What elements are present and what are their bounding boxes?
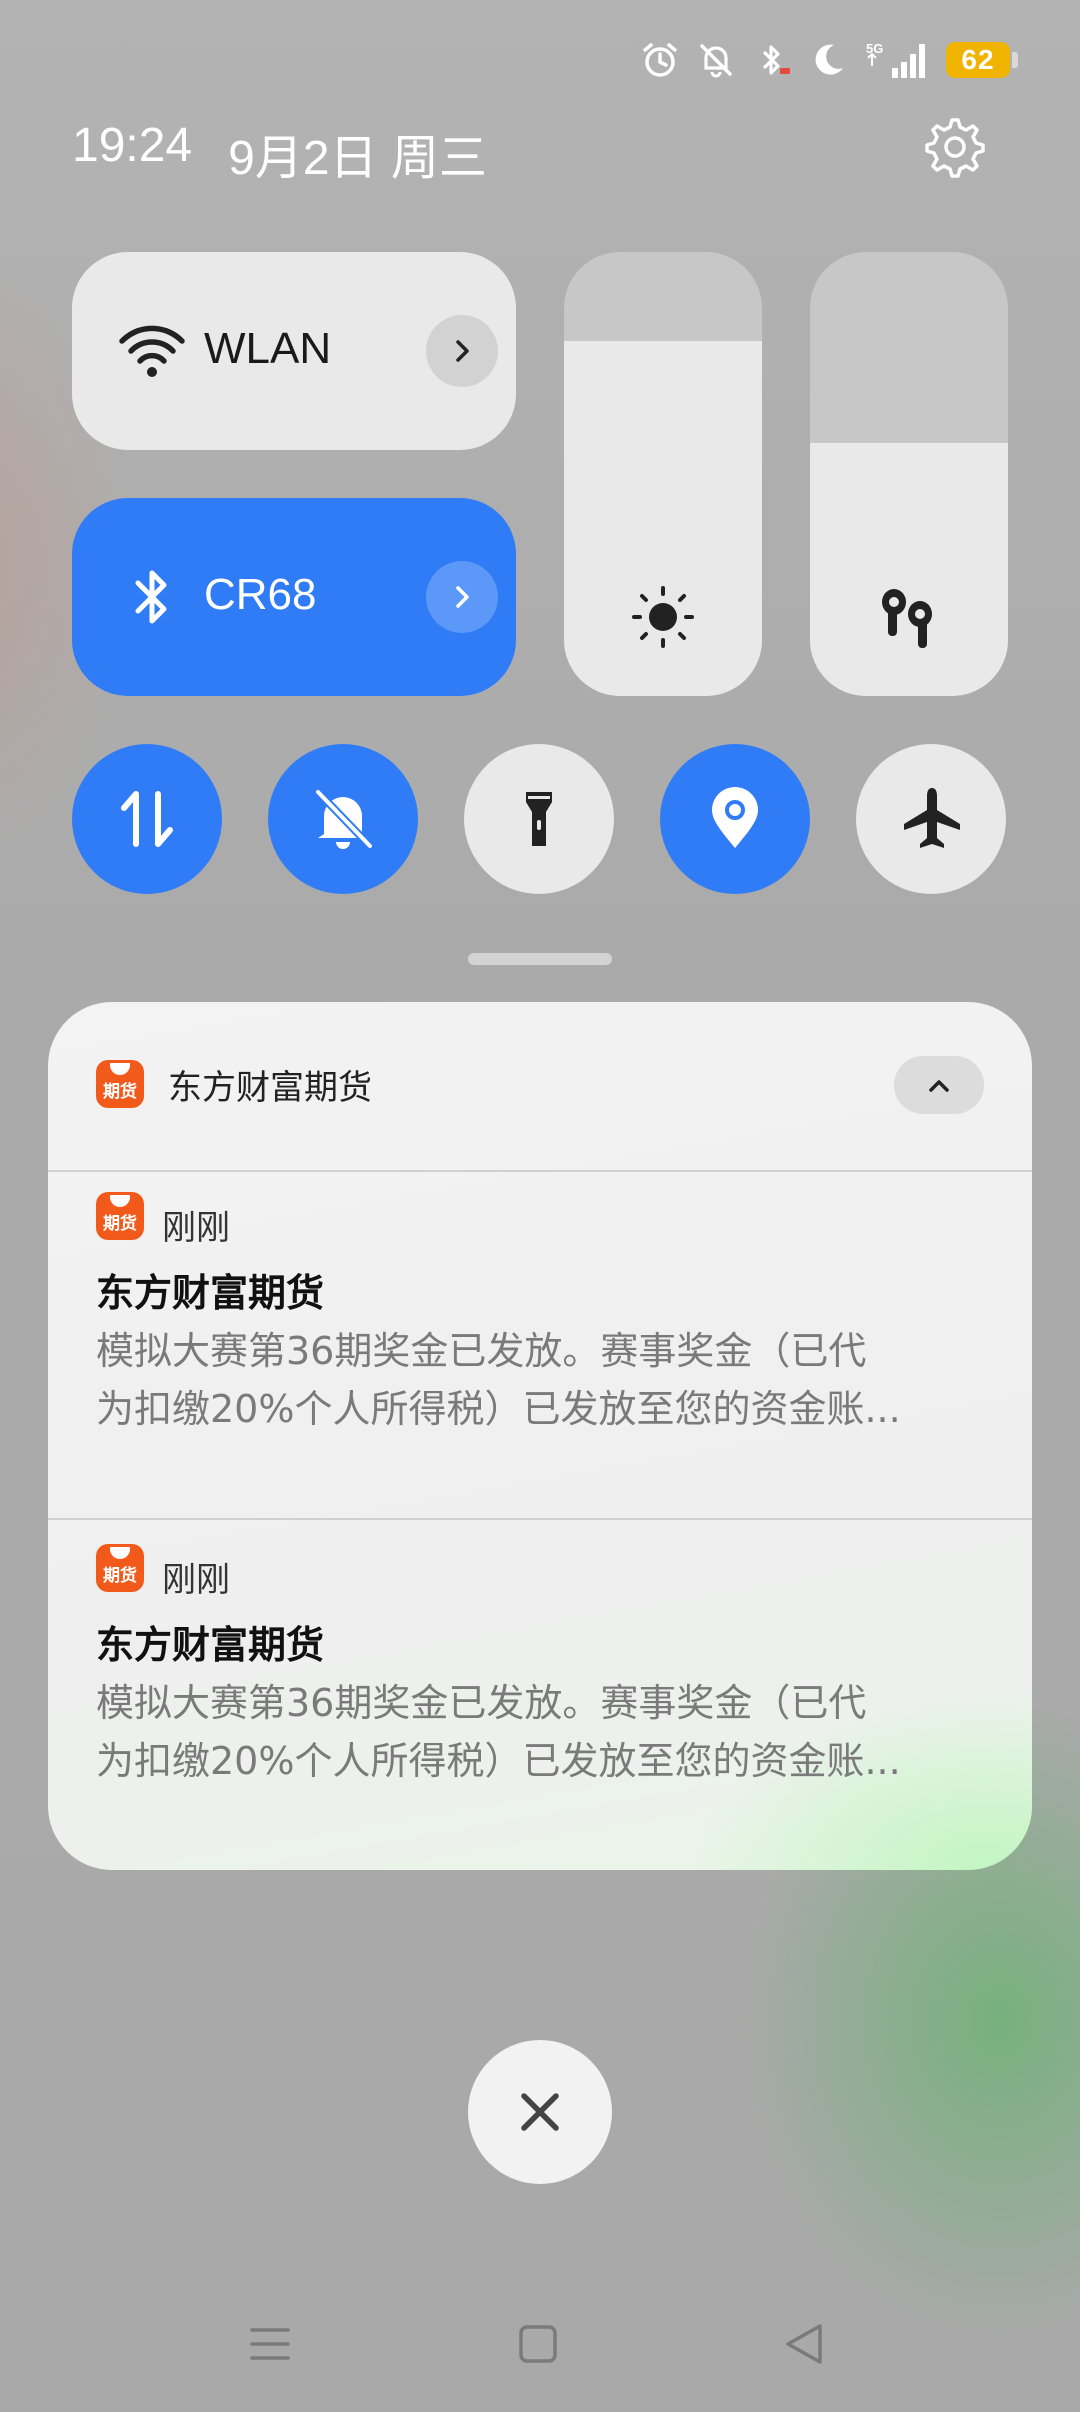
app-icon-mark (110, 1063, 130, 1075)
notification-body: 模拟大赛第36期奖金已发放。赛事奖金（已代 为扣缴20%个人所得税）已发放至您的… (96, 1674, 976, 1790)
brightness-slider[interactable] (564, 252, 762, 696)
square-icon (519, 2325, 557, 2363)
back-button[interactable] (776, 2314, 836, 2374)
bluetooth-expand-button[interactable] (426, 561, 498, 633)
data-transfer-arrows-icon (121, 791, 173, 847)
volume-slider-fill (810, 442, 1008, 696)
battery-indicator: 62 (946, 42, 1018, 78)
notification-group-card[interactable]: 期货 东方财富期货 期货 刚刚 东方财富期货 模拟大赛第36期奖金已发放。赛事奖… (48, 1002, 1032, 1870)
clear-notifications-button[interactable] (468, 2040, 612, 2184)
bell-muted-icon (700, 44, 732, 78)
app-icon-text: 期货 (103, 1082, 137, 1102)
notification-body-line: 为扣缴20%个人所得税）已发放至您的资金账... (96, 1739, 901, 1783)
bluetooth-status-icon (762, 45, 790, 75)
notification-group-header[interactable]: 期货 东方财富期货 (48, 1002, 1032, 1170)
wifi-icon (119, 325, 185, 377)
mobile-data-toggle[interactable] (72, 744, 222, 894)
notification-title: 东方财富期货 (96, 1623, 325, 1667)
notification-body-line: 模拟大赛第36期奖金已发放。赛事奖金（已代 (96, 1329, 867, 1373)
earbuds-icon (882, 589, 932, 648)
battery-level: 62 (961, 44, 995, 75)
chevron-right-icon (456, 340, 469, 362)
notification-body: 模拟大赛第36期奖金已发放。赛事奖金（已代 为扣缴20%个人所得税）已发放至您的… (96, 1322, 976, 1438)
date-time: 19:24 9月2日 周三 (72, 118, 487, 188)
app-icon: 期货 (96, 1544, 144, 1592)
app-icon-text: 期货 (103, 1214, 137, 1234)
bluetooth-icon (135, 570, 167, 624)
wlan-tile[interactable]: WLAN (72, 252, 516, 450)
panel-drag-handle[interactable] (468, 953, 612, 965)
signal-5g-icon: 5G (866, 41, 925, 78)
close-icon (521, 2093, 559, 2131)
battery-cap (1012, 52, 1018, 68)
bluetooth-device-label: CR68 (204, 570, 317, 619)
notification-time: 刚刚 (162, 1208, 230, 1248)
volume-slider[interactable] (810, 252, 1008, 696)
bell-off-icon (314, 788, 374, 850)
date-text: 9月2日 周三 (228, 132, 487, 185)
sun-icon (632, 586, 694, 648)
notification-body-line: 为扣缴20%个人所得税）已发放至您的资金账... (96, 1387, 901, 1431)
wlan-label: WLAN (204, 324, 332, 373)
moon-icon (815, 44, 843, 75)
recent-apps-button[interactable] (240, 2314, 300, 2374)
clock-time: 19:24 (72, 119, 193, 172)
menu-icon (250, 2328, 290, 2360)
settings-gear-icon[interactable] (918, 112, 988, 182)
chevron-right-icon (456, 586, 469, 608)
flashlight-icon (526, 792, 552, 846)
notification-item[interactable]: 期货 刚刚 东方财富期货 模拟大赛第36期奖金已发放。赛事奖金（已代 为扣缴20… (48, 1172, 1032, 1512)
app-name: 东方财富期货 (168, 1068, 372, 1108)
location-toggle[interactable] (660, 744, 810, 894)
status-bar: 5G 62 (640, 36, 1018, 84)
wlan-expand-button[interactable] (426, 315, 498, 387)
airplane-mode-toggle[interactable] (856, 744, 1006, 894)
collapse-button[interactable] (894, 1056, 984, 1114)
notification-item[interactable]: 期货 刚刚 东方财富期货 模拟大赛第36期奖金已发放。赛事奖金（已代 为扣缴20… (48, 1520, 1032, 1860)
notification-time: 刚刚 (162, 1560, 230, 1600)
app-icon-mark (110, 1547, 130, 1559)
notification-body-line: 模拟大赛第36期奖金已发放。赛事奖金（已代 (96, 1681, 867, 1725)
app-icon-mark (110, 1195, 130, 1207)
chevron-up-icon (929, 1080, 949, 1092)
alarm-icon (643, 43, 677, 77)
location-pin-icon (712, 787, 758, 848)
back-triangle-icon (786, 2324, 822, 2364)
app-icon: 期货 (96, 1192, 144, 1240)
bluetooth-tile[interactable]: CR68 (72, 498, 516, 696)
home-button[interactable] (508, 2314, 568, 2374)
flashlight-toggle[interactable] (464, 744, 614, 894)
notification-title: 东方财富期货 (96, 1271, 325, 1315)
airplane-icon (904, 788, 960, 848)
svg-text:5G: 5G (866, 41, 883, 56)
app-icon: 期货 (96, 1060, 144, 1108)
do-not-disturb-toggle[interactable] (268, 744, 418, 894)
app-icon-text: 期货 (103, 1566, 137, 1586)
